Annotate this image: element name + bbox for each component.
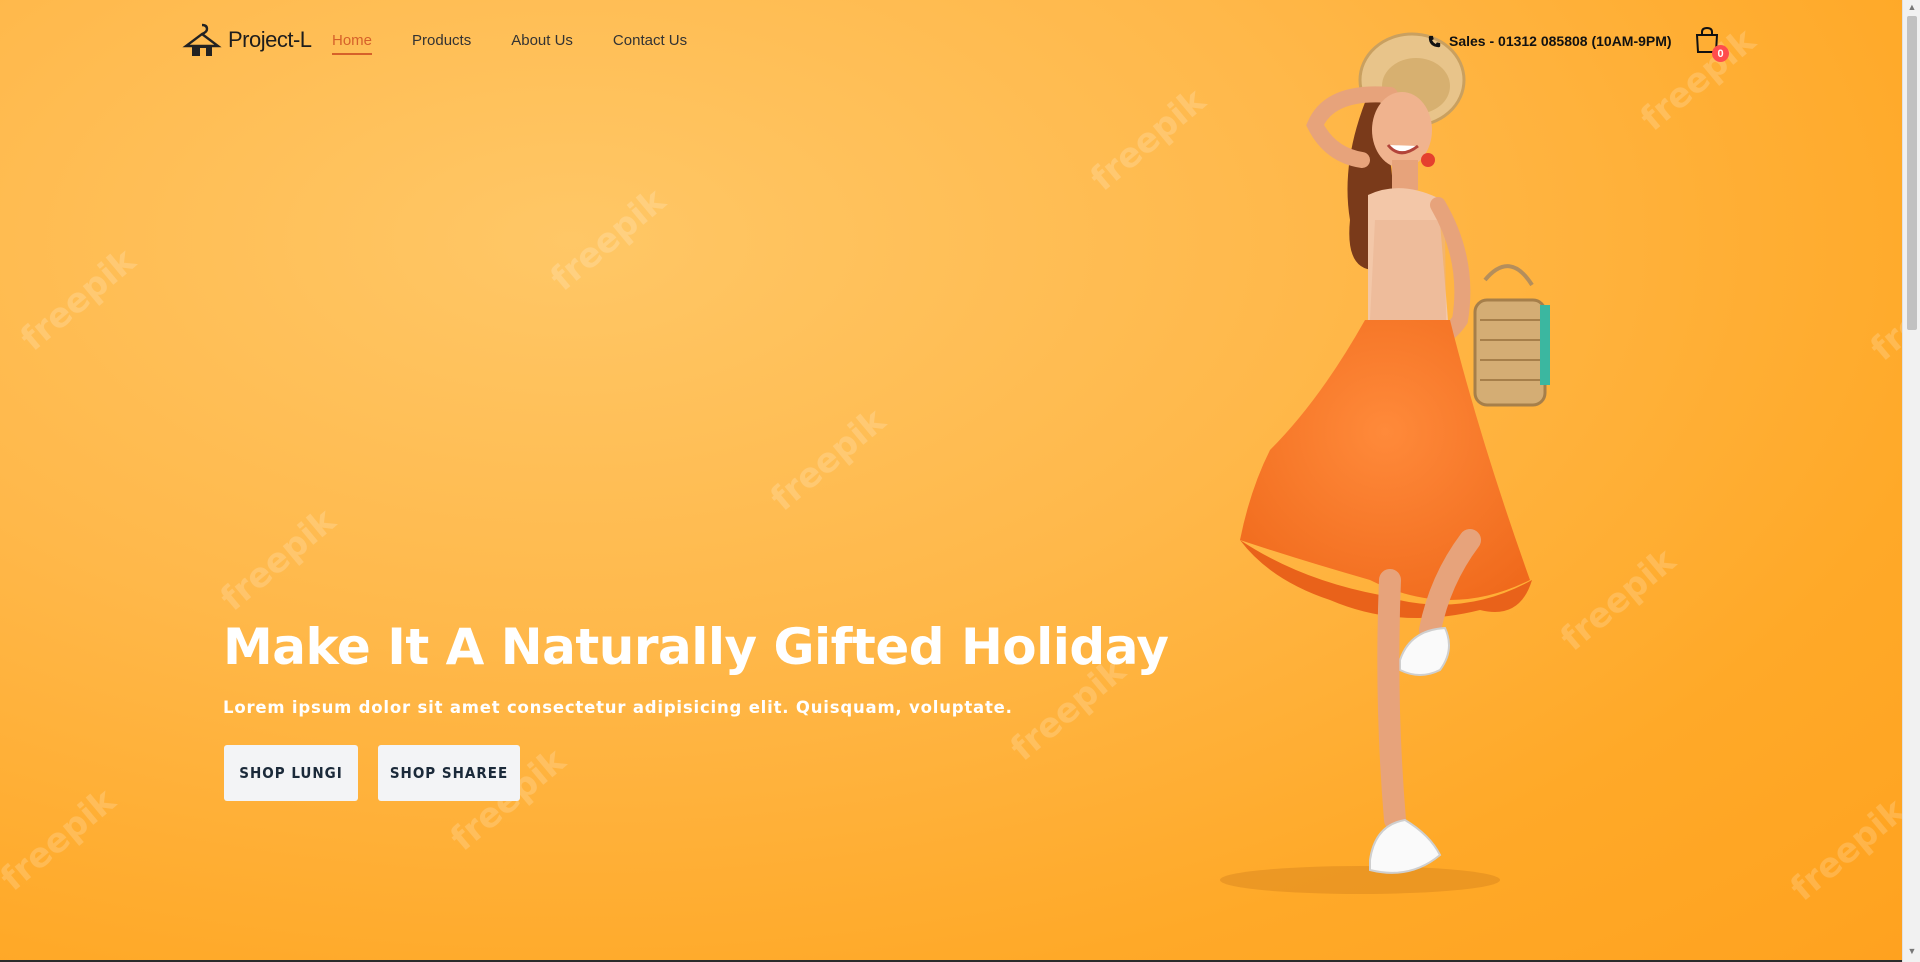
phone-icon [1428,35,1441,47]
vertical-scrollbar[interactable]: ▲ ▼ [1902,0,1920,962]
sales-phone-text: Sales - 01312 085808 (10AM-9PM) [1449,33,1672,49]
watermark: freepik [763,400,894,520]
shop-lungi-button[interactable]: SHOP LUNGI [224,745,358,801]
site-header: Project-L Home Products About Us Contact… [0,0,1902,84]
nav-products[interactable]: Products [412,32,471,55]
cart-button[interactable]: 0 [1694,26,1729,62]
watermark: freepik [1783,790,1902,910]
sales-phone[interactable]: Sales - 01312 085808 (10AM-9PM) [1428,33,1672,49]
watermark: freepik [543,180,674,300]
nav-about-us[interactable]: About Us [511,32,573,55]
hero-section: freepik freepik freepik freepik freepik … [0,0,1902,962]
watermark: freepik [13,240,144,360]
hero-subtext: Lorem ipsum dolor sit amet consectetur a… [223,698,1013,717]
watermark: freepik [0,780,124,900]
logo-text: Project-L [228,27,312,52]
nav-home[interactable]: Home [332,32,373,55]
logo[interactable]: Project-L [182,22,312,58]
nav-contact-us[interactable]: Contact Us [613,32,687,55]
scroll-up-arrow-icon[interactable]: ▲ [1907,2,1917,16]
shop-sharee-button[interactable]: SHOP SHAREE [378,745,520,801]
hero-headline: Make It A Naturally Gifted Holiday [223,618,1169,676]
scrollbar-thumb[interactable] [1907,16,1917,330]
main-nav: Home Products About Us Contact Us [332,32,687,55]
model-photo [1220,32,1550,894]
scroll-down-arrow-icon[interactable]: ▼ [1907,946,1917,960]
watermark: freepik [1863,250,1902,370]
cart-count-badge: 0 [1712,45,1729,62]
hanger-logo-icon [182,23,222,56]
watermark: freepik [213,500,344,620]
